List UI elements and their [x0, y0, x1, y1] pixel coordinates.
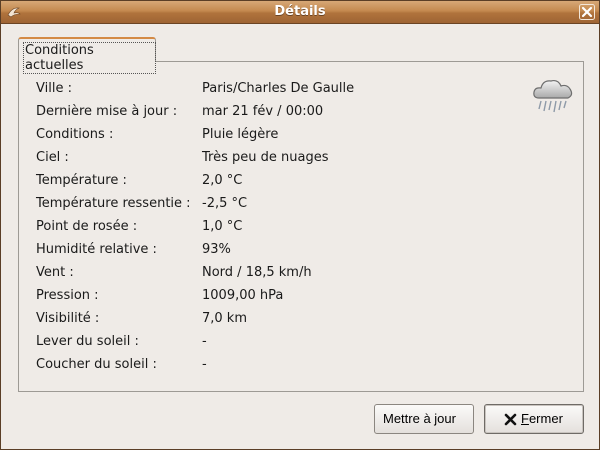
title-bar[interactable]: Détails [1, 1, 599, 24]
close-label-rest: ermer [528, 411, 563, 426]
detail-value: Nord / 18,5 km/h [202, 265, 312, 280]
detail-value: 7,0 km [202, 311, 247, 326]
detail-label: Humidité relative : [36, 242, 157, 257]
detail-label: Visibilité : [36, 311, 100, 326]
detail-value: Pluie légère [202, 127, 279, 142]
detail-value: Paris/Charles De Gaulle [202, 81, 355, 96]
rain-cloud-icon [533, 79, 573, 113]
detail-label: Température ressentie : [36, 196, 191, 211]
detail-value: 1009,00 hPa [202, 288, 284, 303]
close-mnemonic: F [521, 411, 529, 426]
close-button-label: Fermer [521, 411, 563, 426]
detail-label: Ciel : [36, 150, 69, 165]
tab-label: Conditions actuelles [23, 42, 156, 74]
detail-value: Très peu de nuages [202, 150, 329, 165]
details-panel: Ville : Paris/Charles De Gaulle Dernière… [18, 61, 584, 392]
detail-value: mar 21 fév / 00:00 [202, 104, 324, 119]
close-x-icon [504, 413, 517, 426]
detail-label: Vent : [36, 265, 74, 280]
tab-current-conditions[interactable]: Conditions actuelles [18, 37, 156, 74]
window-title: Détails [274, 4, 326, 19]
detail-value: 1,0 °C [202, 219, 243, 234]
update-button-label: Mettre à jour [383, 411, 456, 426]
close-button[interactable]: Fermer [484, 404, 584, 434]
detail-value: 93% [202, 242, 231, 257]
detail-label: Température : [36, 173, 127, 188]
detail-label: Conditions : [36, 127, 114, 142]
details-dialog: Détails Conditions actuelles Ville : Par… [0, 0, 600, 450]
detail-label: Lever du soleil : [36, 334, 139, 349]
close-icon[interactable] [579, 4, 595, 20]
detail-label: Point de rosée : [36, 219, 138, 234]
detail-label: Coucher du soleil : [36, 357, 157, 372]
detail-value: - [202, 334, 207, 349]
detail-value: - [202, 357, 207, 372]
detail-value: 2,0 °C [202, 173, 243, 188]
detail-value: -2,5 °C [202, 196, 248, 211]
update-button[interactable]: Mettre à jour [374, 404, 474, 434]
detail-label: Ville : [36, 81, 72, 96]
detail-label: Pression : [36, 288, 99, 303]
detail-label: Dernière mise à jour : [36, 104, 178, 119]
